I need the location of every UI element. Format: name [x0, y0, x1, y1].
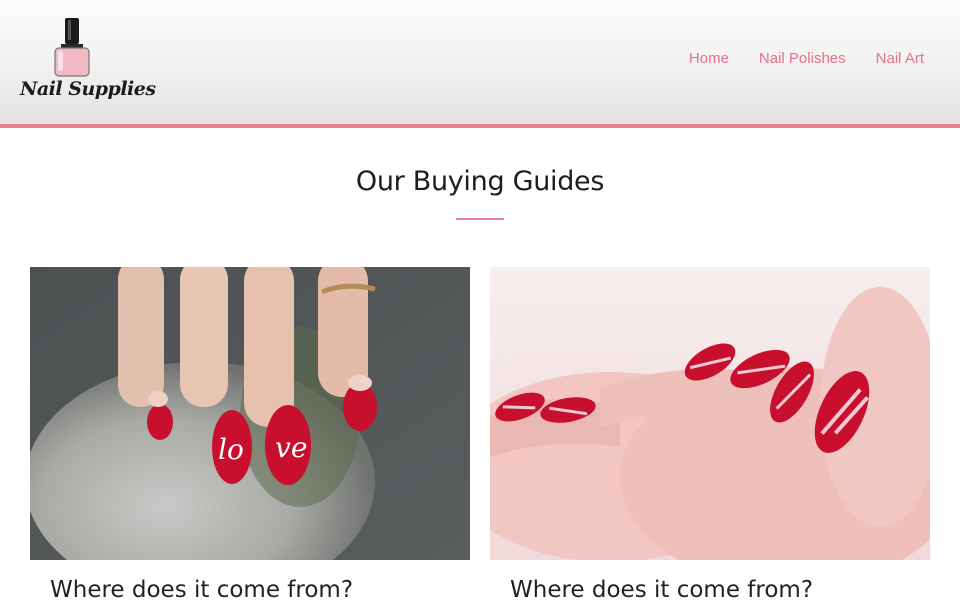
section-title: Our Buying Guides — [355, 166, 605, 197]
svg-text:ve: ve — [275, 431, 307, 464]
nail-polish-bottle-icon — [54, 18, 90, 77]
nav-nail-art-link[interactable]: Nail Art — [876, 50, 924, 67]
site-logo[interactable]: Nail Supplies — [14, 12, 156, 112]
svg-text:lo: lo — [218, 433, 244, 466]
main-nav: Home Nail Polishes Nail Art — [689, 50, 924, 67]
logo-text: Nail Supplies — [20, 78, 156, 100]
striped-red-nails-photo[interactable] — [490, 267, 930, 560]
card-title[interactable]: Where does it come from? — [50, 577, 353, 600]
guide-card[interactable]: lo ve Where does it come from? — [30, 267, 470, 600]
card-title[interactable]: Where does it come from? — [510, 577, 813, 600]
nav-home-link[interactable]: Home — [689, 50, 729, 67]
guide-card[interactable]: Where does it come from? — [490, 267, 930, 600]
title-divider — [456, 218, 504, 220]
site-header: Nail Supplies Home Nail Polishes Nail Ar… — [0, 0, 960, 128]
nail-art-love-photo[interactable]: lo ve — [30, 267, 470, 560]
nav-nail-polishes-link[interactable]: Nail Polishes — [759, 50, 846, 67]
